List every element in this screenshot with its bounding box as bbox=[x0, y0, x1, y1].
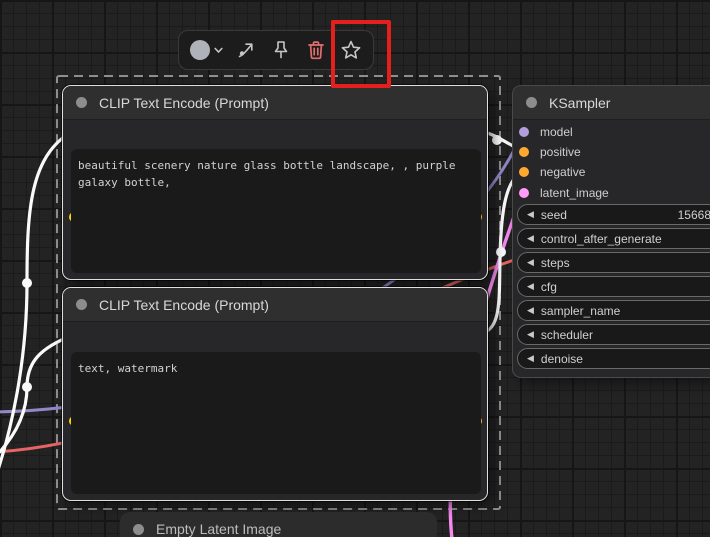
input-label: latent_image bbox=[540, 186, 609, 200]
decrement-arrow-icon[interactable]: ◀ bbox=[527, 330, 534, 339]
widget-seed[interactable]: ◀ seed 15668 bbox=[517, 204, 710, 225]
collapse-dot-icon[interactable] bbox=[76, 299, 87, 310]
widget-scheduler[interactable]: ◀ scheduler bbox=[517, 324, 710, 345]
node-header[interactable]: Empty Latent Image bbox=[120, 512, 437, 537]
pin-icon bbox=[269, 38, 293, 62]
node-clip-text-encode-negative[interactable]: CLIP Text Encode (Prompt) clip CONDITION… bbox=[62, 287, 488, 501]
node-empty-latent-image[interactable]: Empty Latent Image bbox=[120, 512, 437, 537]
widget-steps[interactable]: ◀ steps bbox=[517, 252, 710, 273]
collapse-dot-icon[interactable] bbox=[526, 97, 537, 108]
widget-control-after-generate[interactable]: ◀ control_after_generate bbox=[517, 228, 710, 249]
node-clip-text-encode-positive[interactable]: CLIP Text Encode (Prompt) clip CONDITION… bbox=[62, 85, 488, 280]
input-port-model[interactable] bbox=[519, 127, 529, 137]
slot-row: model bbox=[513, 122, 710, 142]
link-midpoint-dot[interactable] bbox=[22, 278, 32, 288]
decrement-arrow-icon[interactable]: ◀ bbox=[527, 306, 534, 315]
pin-button[interactable] bbox=[269, 38, 293, 62]
color-swatch-icon bbox=[189, 39, 211, 61]
decrement-arrow-icon[interactable]: ◀ bbox=[527, 258, 534, 267]
node-header[interactable]: CLIP Text Encode (Prompt) bbox=[63, 288, 487, 322]
prompt-textarea[interactable]: text, watermark bbox=[71, 352, 481, 494]
slot-row: negative bbox=[513, 162, 710, 182]
chevron-down-icon bbox=[214, 47, 223, 54]
widget-list: ◀ seed 15668 ◀ control_after_generate ◀ … bbox=[513, 204, 710, 372]
collapse-dot-icon[interactable] bbox=[76, 97, 87, 108]
link-midpoint-dot[interactable] bbox=[492, 135, 502, 145]
link-midpoint-dot[interactable] bbox=[22, 382, 32, 392]
input-label: negative bbox=[540, 165, 585, 179]
comfyui-canvas[interactable]: { "colors": { "annotation_red": "#e3201c… bbox=[0, 0, 710, 537]
trash-icon bbox=[304, 38, 328, 62]
delete-button[interactable] bbox=[304, 38, 328, 62]
node-ksampler[interactable]: KSampler model positive negative latent_… bbox=[512, 85, 710, 378]
input-port-latent-image[interactable] bbox=[519, 188, 529, 198]
widget-value[interactable]: 15668 bbox=[678, 208, 710, 222]
decrement-arrow-icon[interactable]: ◀ bbox=[527, 234, 534, 243]
collapse-dot-icon[interactable] bbox=[133, 524, 144, 535]
node-title: CLIP Text Encode (Prompt) bbox=[99, 95, 269, 111]
input-label: positive bbox=[540, 145, 581, 159]
bypass-arrow-icon bbox=[234, 38, 258, 62]
decrement-arrow-icon[interactable]: ◀ bbox=[527, 210, 534, 219]
color-swatch-dropdown-button[interactable] bbox=[189, 39, 223, 61]
node-header[interactable]: KSampler bbox=[513, 86, 710, 120]
link-midpoint-dot[interactable] bbox=[496, 247, 506, 257]
widget-cfg[interactable]: ◀ cfg bbox=[517, 276, 710, 297]
node-title: Empty Latent Image bbox=[156, 521, 281, 537]
decrement-arrow-icon[interactable]: ◀ bbox=[527, 282, 534, 291]
node-title: CLIP Text Encode (Prompt) bbox=[99, 297, 269, 313]
prompt-textarea[interactable]: beautiful scenery nature glass bottle la… bbox=[71, 149, 481, 273]
widget-sampler-name[interactable]: ◀ sampler_name bbox=[517, 300, 710, 321]
input-port-positive[interactable] bbox=[519, 147, 529, 157]
decrement-arrow-icon[interactable]: ◀ bbox=[527, 354, 534, 363]
node-title: KSampler bbox=[549, 95, 610, 111]
bypass-arrow-button[interactable] bbox=[234, 38, 258, 62]
slot-row: positive bbox=[513, 142, 710, 162]
widget-denoise[interactable]: ◀ denoise bbox=[517, 348, 710, 369]
slot-row: latent_image bbox=[513, 183, 710, 203]
input-label: model bbox=[540, 125, 573, 139]
annotation-highlight-box bbox=[331, 20, 391, 88]
node-header[interactable]: CLIP Text Encode (Prompt) bbox=[63, 86, 487, 120]
input-port-negative[interactable] bbox=[519, 167, 529, 177]
